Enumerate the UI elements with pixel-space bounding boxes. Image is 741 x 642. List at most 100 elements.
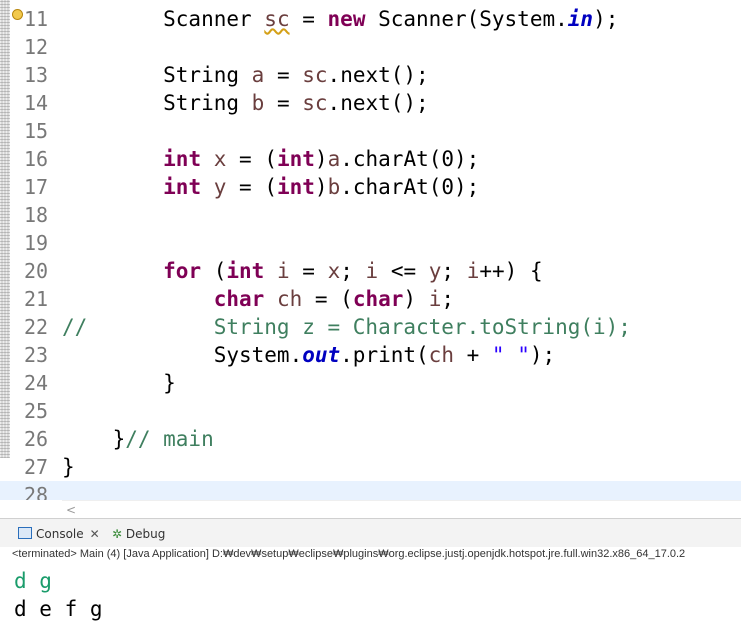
code-token: ++) {: [479, 259, 543, 283]
code-token: a: [327, 147, 341, 171]
console-status: <terminated> Main (4) [Java Application]…: [12, 548, 686, 560]
code-text: }: [62, 453, 75, 481]
close-icon[interactable]: ✕: [90, 527, 100, 541]
code-token: .charAt(0);: [340, 175, 480, 199]
code-text: }// main: [62, 425, 214, 453]
code-token: .next();: [327, 63, 429, 87]
code-text: // String z = Character.toString(i);: [62, 313, 631, 341]
code-token: int: [163, 175, 202, 199]
code-token: =: [264, 63, 303, 87]
code-token: ;: [441, 287, 455, 311]
code-line[interactable]: 27}: [0, 453, 741, 481]
code-token: i: [365, 259, 379, 283]
line-number: 23: [24, 343, 49, 367]
code-token: ): [314, 147, 328, 171]
code-line[interactable]: 28: [0, 481, 741, 500]
code-token: new: [327, 7, 366, 31]
code-line[interactable]: 19: [0, 229, 741, 257]
scroll-left-icon[interactable]: <: [66, 501, 76, 519]
console-icon: [18, 527, 32, 539]
code-token: ): [403, 287, 429, 311]
code-text: for (int i = x; i <= y; i++) {: [62, 257, 543, 285]
code-token: Scanner: [62, 7, 265, 31]
code-token: ;: [340, 259, 366, 283]
line-number: 13: [24, 63, 49, 87]
code-token: = (: [302, 287, 353, 311]
code-line[interactable]: 15: [0, 117, 741, 145]
code-line[interactable]: 24 }: [0, 369, 741, 397]
code-text: System.out.print(ch + " ");: [62, 341, 555, 369]
code-token: i: [428, 287, 442, 311]
line-number: 20: [24, 259, 49, 283]
code-editor[interactable]: 11 Scanner sc = new Scanner(System.in); 1…: [0, 0, 741, 500]
code-line[interactable]: 21 char ch = (char) i;: [0, 285, 741, 313]
line-number: 12: [24, 35, 49, 59]
line-number: 17: [24, 175, 49, 199]
tab-debug-label: Debug: [125, 527, 166, 541]
line-number: 26: [24, 427, 49, 451]
code-token: +: [453, 343, 492, 367]
code-text: char ch = (char) i;: [62, 285, 454, 313]
code-token: sc: [302, 91, 328, 115]
code-line[interactable]: 12: [0, 33, 741, 61]
code-token: i: [466, 259, 480, 283]
code-line[interactable]: 16 int x = (int)a.charAt(0);: [0, 145, 741, 173]
code-token: .next();: [327, 91, 429, 115]
tab-debug[interactable]: ✲ Debug: [112, 524, 165, 544]
line-number: 21: [24, 287, 49, 311]
code-line[interactable]: 14 String b = sc.next();: [0, 89, 741, 117]
horizontal-scrollbar[interactable]: <: [62, 500, 741, 519]
code-line[interactable]: 25: [0, 397, 741, 425]
code-token: =: [289, 259, 328, 283]
code-token: = (: [226, 175, 277, 199]
code-token: b: [327, 175, 341, 199]
code-text: int x = (int)a.charAt(0);: [62, 145, 479, 173]
code-line[interactable]: 22 // String z = Character.toString(i);: [0, 313, 741, 341]
code-line[interactable]: 26 }// main: [0, 425, 741, 453]
code-token: " ": [491, 343, 530, 367]
code-token: char: [352, 287, 404, 311]
code-token: = (: [226, 147, 277, 171]
code-token: System.: [62, 343, 303, 367]
line-number: 28: [24, 483, 49, 500]
code-token: }: [62, 455, 75, 479]
bug-icon: ✲: [112, 527, 123, 541]
console-input-line: d g: [14, 569, 52, 593]
code-line[interactable]: 18: [0, 201, 741, 229]
code-token: ): [314, 175, 328, 199]
code-token: String: [62, 91, 252, 115]
line-number: 11: [24, 7, 49, 31]
code-token: y: [213, 175, 227, 199]
code-token: // main: [125, 427, 214, 451]
code-line[interactable]: 20 for (int i = x; i <= y; i++) {: [0, 257, 741, 285]
line-number: 27: [24, 455, 49, 479]
code-line[interactable]: 17 int y = (int)b.charAt(0);: [0, 173, 741, 201]
code-line[interactable]: 23 System.out.print(ch + " ");: [0, 341, 741, 369]
code-token: a: [251, 63, 265, 87]
line-number: 18: [24, 203, 49, 227]
code-token: );: [529, 343, 556, 367]
code-text: String a = sc.next();: [62, 61, 429, 89]
line-number: 24: [24, 371, 49, 395]
code-token: char: [213, 287, 265, 311]
code-token: int: [276, 175, 315, 199]
code-text: Scanner sc = new Scanner(System.in);: [62, 5, 618, 33]
code-text: int y = (int)b.charAt(0);: [62, 173, 479, 201]
line-number: 15: [24, 119, 49, 143]
tab-console[interactable]: Console ✕: [18, 524, 100, 544]
code-line[interactable]: 13 String a = sc.next();: [0, 61, 741, 89]
line-number: 16: [24, 147, 49, 171]
console-output-line: d e f g: [14, 597, 103, 621]
code-line[interactable]: 11 Scanner sc = new Scanner(System.in);: [0, 5, 741, 33]
code-token: x: [327, 259, 341, 283]
code-token: );: [593, 7, 619, 31]
line-number: 25: [24, 399, 49, 423]
code-token: int: [276, 147, 315, 171]
code-token: String: [62, 63, 252, 87]
